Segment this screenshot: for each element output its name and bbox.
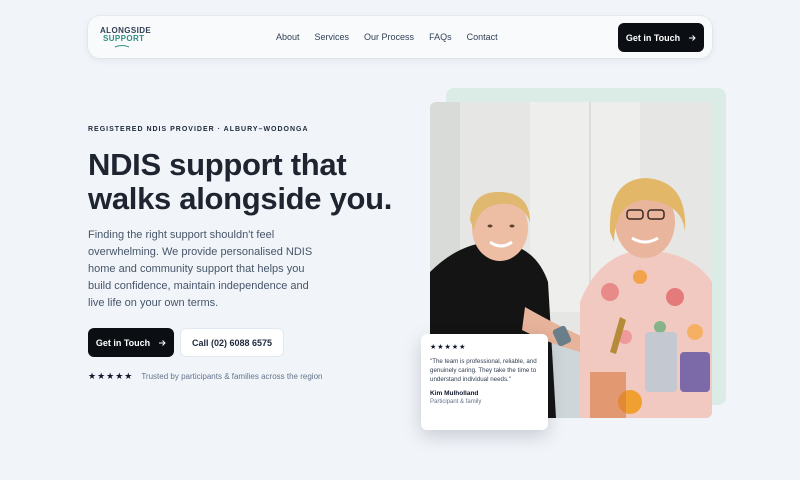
- headline-line2: walks alongside you.: [88, 181, 393, 216]
- arrow-right-icon: [159, 339, 166, 346]
- nav-get-in-touch-button[interactable]: Get in Touch: [618, 23, 704, 52]
- review-author-role: Participant & family: [430, 399, 482, 405]
- hero-description: Finding the right support shouldn't feel…: [88, 229, 313, 309]
- review-quote: "The team is professional, reliable, and…: [430, 358, 537, 383]
- hero-get-in-touch-button[interactable]: Get in Touch: [88, 328, 174, 357]
- nav-link-services[interactable]: Services: [315, 32, 350, 42]
- hero-call-button[interactable]: Call (02) 6088 6575: [180, 328, 284, 357]
- brand-line2: SUPPORT: [103, 34, 145, 43]
- nav-links: About Services Our Process FAQs Contact: [276, 16, 498, 58]
- nav-link-faqs[interactable]: FAQs: [429, 32, 452, 42]
- trust-line: ★★★★★ Trusted by participants & families…: [88, 371, 322, 382]
- hero-primary-label: Get in Touch: [95, 337, 151, 348]
- hero-headline: NDIS support that walks alongside you.: [88, 148, 392, 216]
- headline-line1: NDIS support that: [88, 147, 347, 182]
- nav-link-contact[interactable]: Contact: [467, 32, 498, 42]
- nav-link-about[interactable]: About: [276, 32, 300, 42]
- hero-eyebrow: REGISTERED NDIS PROVIDER · ALBURY–WODONG…: [88, 126, 309, 133]
- nav-link-our-process[interactable]: Our Process: [364, 32, 414, 42]
- review-stars-icon: ★★★★★: [430, 344, 467, 351]
- review-author: Kim Mulholland: [430, 390, 479, 397]
- testimonial-card: ★★★★★ "The team is professional, reliabl…: [421, 334, 548, 430]
- nav-cta-label: Get in Touch: [625, 32, 681, 43]
- trust-text: Trusted by participants & families acros…: [141, 372, 323, 381]
- arrow-right-icon: [689, 34, 696, 41]
- top-nav: ALONGSIDE SUPPORT About Services Our Pro…: [88, 16, 712, 58]
- logo-swoosh-icon: [114, 45, 130, 48]
- hero-secondary-label: Call (02) 6088 6575: [191, 337, 273, 348]
- trust-stars-icon: ★★★★★: [88, 371, 134, 381]
- brand-logo[interactable]: ALONGSIDE SUPPORT: [100, 27, 151, 48]
